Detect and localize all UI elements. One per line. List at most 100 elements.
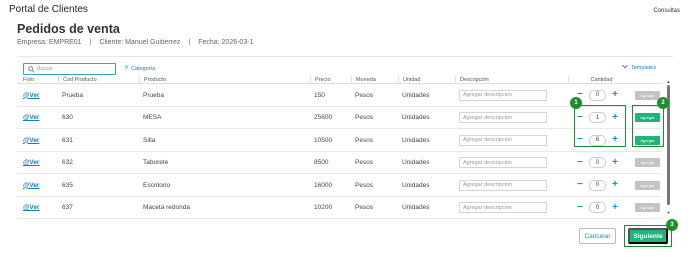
categoria-label: Categoría — [131, 65, 156, 72]
descripcion-input[interactable] — [459, 202, 547, 213]
producto: Taburete — [143, 159, 169, 166]
quantity-stepper: − 0 + — [576, 202, 619, 213]
cod-producto: 632 — [62, 159, 73, 166]
table-row: @Ver 632 Taburete 8500 Pesos Unidades − … — [17, 152, 662, 174]
ver-link[interactable]: @Ver — [23, 114, 39, 121]
moneda: Pesos — [355, 114, 374, 121]
scroll-up-icon[interactable]: ▲ — [666, 79, 671, 84]
quantity-value[interactable]: 0 — [589, 89, 606, 101]
header-cod-producto: Cod Producto — [58, 76, 97, 84]
table-row: @Ver Prueba Prueba 150 Pesos Unidades − … — [17, 84, 662, 107]
table-row: @Ver 631 Silla 10500 Pesos Unidades − 6 … — [17, 129, 662, 152]
producto: Escritorio — [143, 181, 171, 189]
search-icon — [27, 65, 35, 73]
agregar-button[interactable]: Agregar — [635, 203, 660, 212]
ver-link[interactable]: @Ver — [23, 92, 39, 99]
quantity-value[interactable]: 0 — [589, 202, 606, 213]
unidad: Unidades — [402, 114, 430, 121]
precio: 10200 — [314, 204, 333, 211]
descripcion-input[interactable] — [459, 179, 547, 191]
agregar-button[interactable]: Agregar — [635, 158, 660, 167]
plus-button[interactable]: + — [611, 202, 619, 213]
cod-producto: 635 — [62, 181, 73, 189]
plus-button[interactable]: + — [611, 180, 619, 190]
descripcion-input[interactable] — [459, 157, 547, 168]
descripcion-input[interactable] — [459, 89, 547, 101]
scroll-down-icon[interactable]: ▼ — [666, 210, 671, 215]
fecha-label: Fecha: 2026-03-1 — [198, 39, 254, 46]
highlight-box-agregar — [632, 105, 664, 147]
cod-producto: 631 — [62, 136, 73, 144]
producto: Prueba — [143, 91, 164, 99]
annotation-badge-1: 1 — [570, 97, 582, 109]
templates-label: Templates — [631, 64, 657, 71]
highlight-box-quantity — [574, 105, 626, 147]
ver-link[interactable]: @Ver — [23, 159, 39, 166]
search-box[interactable] — [23, 63, 116, 75]
agregar-button[interactable]: Agregar — [635, 90, 660, 100]
moneda: Pesos — [355, 181, 374, 189]
separator: | — [89, 39, 92, 46]
header-producto: Producto — [139, 76, 166, 84]
ver-link[interactable]: @Ver — [23, 204, 39, 211]
header-unidad: Unidad — [398, 76, 420, 84]
cod-producto: 630 — [62, 114, 73, 121]
header-precio: Precio — [310, 76, 331, 84]
quantity-stepper: − 0 + — [576, 179, 619, 191]
producto: Silla — [143, 136, 156, 144]
portal-title: Portal de Clientes — [9, 4, 88, 15]
precio: 10500 — [314, 136, 333, 144]
products-table: Foto Cod Producto Producto Precio Moneda… — [17, 76, 662, 219]
cod-producto: Prueba — [62, 91, 83, 99]
minus-button[interactable]: − — [576, 180, 584, 190]
quantity-stepper: − 0 + — [576, 157, 619, 168]
quantity-value[interactable]: 0 — [589, 179, 606, 191]
precio: 150 — [314, 91, 325, 99]
moneda: Pesos — [355, 136, 374, 144]
precio: 8500 — [314, 159, 329, 166]
unidad: Unidades — [402, 136, 430, 144]
moneda: Pesos — [355, 204, 374, 211]
separator: | — [188, 39, 191, 46]
ver-link[interactable]: @Ver — [23, 182, 39, 189]
unidad: Unidades — [402, 204, 430, 211]
consultas-link[interactable]: Consultas — [653, 8, 680, 14]
table-row: @Ver 635 Escritorio 16000 Pesos Unidades… — [17, 174, 662, 197]
cod-producto: 637 — [62, 204, 73, 211]
minus-button[interactable]: − — [576, 157, 584, 168]
cancelar-button[interactable]: Cancelar — [579, 228, 616, 244]
table-row: @Ver 630 MESA 25600 Pesos Unidades − 1 +… — [17, 107, 662, 129]
producto: Maceta redonda — [143, 204, 190, 211]
header-cantidad: Cantidad — [568, 76, 634, 84]
header-moneda: Moneda — [351, 76, 376, 84]
header-foto: Foto — [23, 77, 35, 83]
moneda: Pesos — [355, 91, 374, 99]
chevron-down-icon — [622, 64, 628, 71]
order-info: Empresa: EMPRE01 | Cliente: Manuel Guiti… — [17, 39, 253, 46]
quantity-stepper: − 0 + — [576, 89, 619, 101]
header-descripcion: Descripción — [455, 76, 489, 84]
page-title: Pedidos de venta — [17, 22, 120, 36]
categoria-filter[interactable]: Categoría — [124, 65, 155, 72]
templates-dropdown[interactable]: Templates — [622, 64, 656, 71]
table-row: @Ver 637 Maceta redonda 10200 Pesos Unid… — [17, 197, 662, 219]
unidad: Unidades — [402, 181, 430, 189]
quantity-value[interactable]: 0 — [589, 157, 606, 168]
annotation-badge-2: 2 — [657, 97, 669, 109]
empresa-label: Empresa: EMPRE01 — [17, 39, 82, 46]
moneda: Pesos — [355, 159, 374, 166]
descripcion-input[interactable] — [459, 112, 547, 123]
plus-button[interactable]: + — [611, 90, 619, 100]
plus-button[interactable]: + — [611, 157, 619, 168]
descripcion-input[interactable] — [459, 134, 547, 146]
divider — [17, 56, 673, 57]
annotation-badge-3: 3 — [666, 219, 678, 231]
table-header: Foto Cod Producto Producto Precio Moneda… — [17, 76, 662, 84]
ver-link[interactable]: @Ver — [23, 137, 39, 144]
cliente-label: Cliente: Manuel Guitierrez — [99, 39, 181, 46]
minus-button[interactable]: − — [576, 202, 584, 213]
agregar-button[interactable]: Agregar — [635, 180, 660, 190]
search-input[interactable] — [37, 66, 115, 72]
precio: 16000 — [314, 181, 333, 189]
unidad: Unidades — [402, 91, 430, 99]
